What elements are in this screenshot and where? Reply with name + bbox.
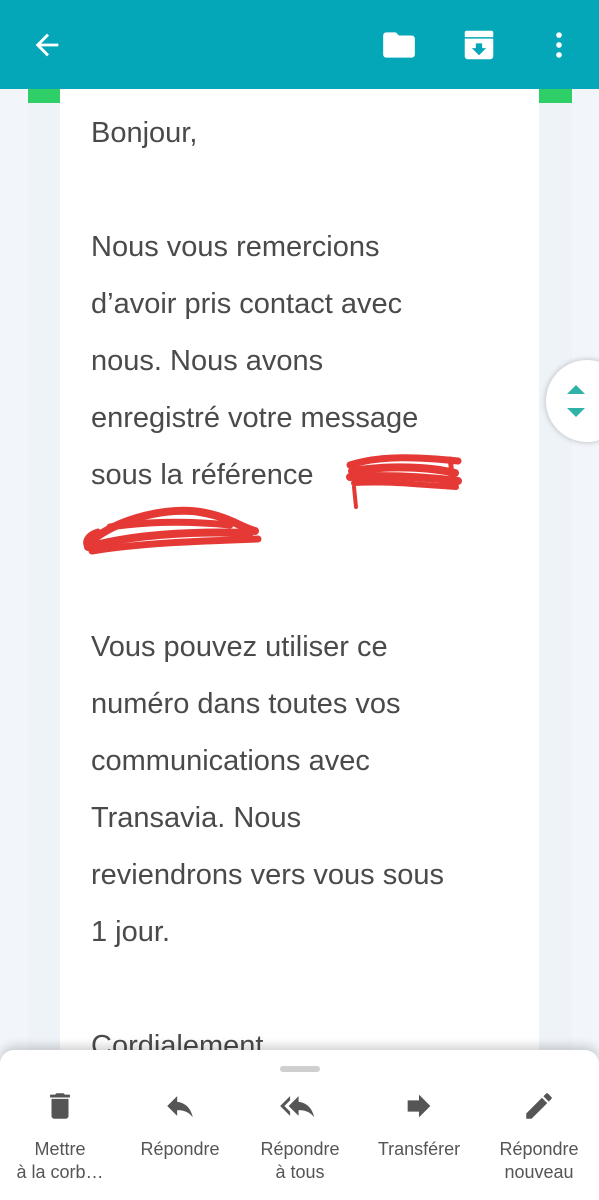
text-line: nous. Nous avons	[91, 345, 324, 377]
sheet-grabber[interactable]	[280, 1066, 320, 1072]
right-accent-bar	[539, 89, 572, 103]
text-line: communications avec	[91, 745, 370, 777]
folder-icon	[383, 31, 415, 58]
move-to-folder-button[interactable]	[369, 0, 429, 89]
text-line: enregistré votre message	[91, 402, 419, 434]
reply-button[interactable]: Répondre	[120, 1086, 240, 1196]
more-options-button[interactable]	[529, 0, 589, 89]
greeting: Bonjour,	[91, 117, 198, 149]
action-label: Transférer	[377, 1139, 461, 1159]
action-label: à la corb…	[16, 1162, 104, 1182]
reply-new-button[interactable]: Répondre nouveau	[479, 1086, 599, 1196]
text-line: Nous vous remercions	[91, 231, 380, 263]
action-label: nouveau	[504, 1162, 574, 1182]
text-line: numéro dans toutes vos	[91, 688, 401, 720]
left-accent-bar	[28, 89, 60, 103]
forward-button[interactable]: Transférer	[359, 1086, 479, 1196]
trash-icon	[50, 1093, 70, 1119]
back-button[interactable]	[17, 0, 77, 89]
redaction-scribble	[83, 454, 462, 555]
right-margin	[539, 103, 572, 1200]
left-margin	[28, 103, 60, 1200]
action-label: à tous	[275, 1162, 325, 1182]
archive-button[interactable]	[449, 0, 509, 89]
action-label: Répondre	[260, 1139, 340, 1159]
text-line: reviendrons vers vous sous	[91, 859, 444, 891]
action-label: Répondre	[499, 1139, 579, 1159]
forward-icon	[407, 1094, 431, 1118]
top-toolbar	[0, 0, 599, 89]
text-line: Transavia. Nous	[91, 802, 302, 834]
reply-all-button[interactable]: Répondre à tous	[240, 1086, 360, 1196]
arrow-left-icon	[35, 33, 59, 56]
text-line: Vous pouvez utiliser ce	[91, 631, 388, 663]
text-line: 1 jour.	[91, 916, 170, 948]
more-vertical-icon	[556, 31, 562, 58]
reply-all-icon	[280, 1096, 315, 1118]
edit-icon	[526, 1093, 552, 1119]
trash-button[interactable]: Mettre à la corb…	[0, 1086, 120, 1196]
text-line: d’avoir pris contact avec	[91, 288, 403, 320]
email-body: Bonjour, Nous vous remercions d’avoir pr…	[60, 89, 539, 1200]
scroll-up-down-icon	[567, 385, 585, 417]
reply-icon	[167, 1096, 193, 1118]
action-sheet: Mettre à la corb… Répondre Répondre à to…	[0, 1050, 599, 1200]
action-label: Répondre	[140, 1139, 220, 1159]
archive-icon	[464, 30, 494, 59]
action-label: Mettre	[34, 1139, 86, 1159]
